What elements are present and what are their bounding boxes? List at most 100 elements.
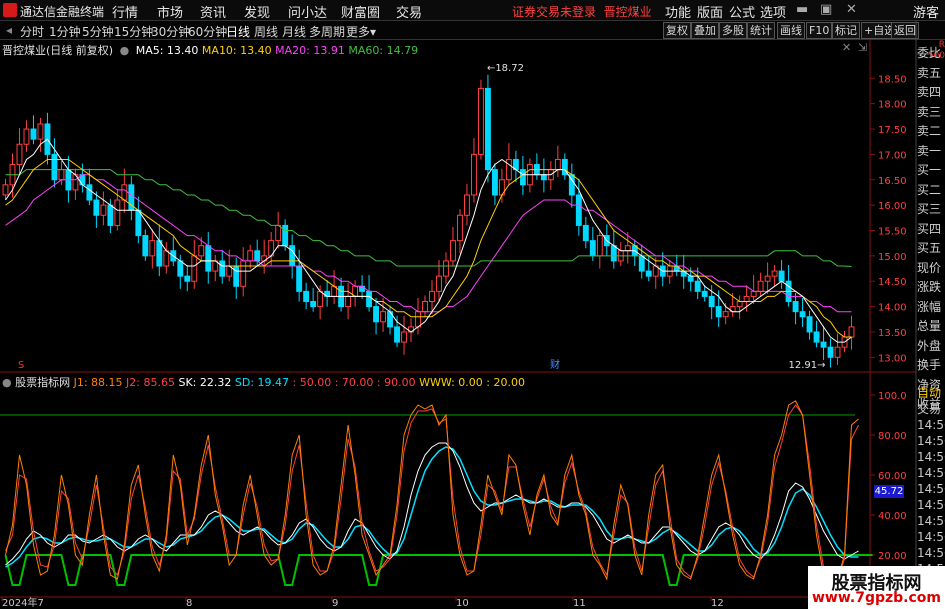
candle-body-63: [443, 260, 449, 277]
candle-body-29: [205, 245, 212, 272]
candle-body-19: [135, 209, 142, 237]
candle-body-84: [589, 240, 596, 257]
marker-finance: 财: [550, 358, 560, 371]
candle-body-26: [184, 275, 191, 282]
candle-body-25: [177, 260, 184, 277]
candle-body-114: [799, 311, 806, 318]
band-line: [4, 554, 873, 586]
candle-body-83: [582, 224, 589, 242]
candle-body-21: [149, 240, 156, 257]
ind-tick-label-3: 40.00: [878, 511, 907, 522]
candle-body-117: [820, 341, 827, 348]
candle-body-101: [708, 295, 715, 308]
stock-chart[interactable]: 18.50 18.00 17.50 17.00 16.50 16.00 15.50 15.00…: [0, 0, 945, 609]
candle-body-99: [694, 280, 701, 292]
candle-body-111: [778, 270, 785, 282]
candle-body-108: [757, 280, 764, 292]
candle-body-22: [156, 240, 163, 267]
candle-body-53: [373, 306, 380, 323]
candle-body-116: [813, 331, 820, 343]
candle-body-68: [477, 87, 484, 155]
candle-body-118: [827, 346, 834, 358]
price-tick-label-1: 18.00: [878, 100, 907, 111]
candle-body-74: [519, 169, 526, 186]
price-tick-label-0: 18.50: [878, 74, 907, 85]
price-tick-label-11: 13.00: [878, 353, 907, 364]
x-label-5: 12: [711, 598, 724, 609]
price-tick-label-6: 15.50: [878, 226, 907, 237]
candle-body-107: [750, 290, 757, 297]
candle-body-35: [247, 250, 254, 262]
candle-body-31: [219, 260, 226, 277]
candle-body-65: [457, 214, 463, 242]
candle-body-61: [429, 290, 435, 303]
ind-tick-label-1: 80.00: [878, 431, 907, 442]
candle-body-14: [100, 204, 107, 216]
sd-line: [5, 446, 859, 568]
candle-body-92: [645, 270, 652, 277]
candle-body-49: [345, 295, 352, 308]
candle-body-27: [191, 255, 198, 282]
candle-body-67: [470, 153, 477, 196]
candle-body-103: [722, 311, 729, 318]
x-label-3: 10: [456, 598, 469, 609]
candle-body-42: [296, 265, 303, 292]
candle-body-45: [317, 290, 324, 308]
candle-body-4: [30, 128, 37, 140]
candle-body-106: [743, 295, 750, 303]
candle-body-66: [464, 194, 470, 216]
candle-body-102: [715, 306, 722, 318]
candle-body-44: [310, 301, 317, 308]
candle-body-13: [93, 199, 100, 216]
candle-body-62: [436, 275, 442, 292]
candle-body-41: [289, 245, 296, 267]
candle-body-109: [764, 275, 771, 282]
candle-body-85: [596, 235, 603, 257]
candle-body-110: [771, 270, 778, 277]
candle-body-79: [554, 158, 561, 171]
candle-body-52: [366, 290, 373, 308]
x-label-0: 2024年7: [2, 596, 44, 609]
candle-body-20: [142, 235, 149, 257]
candle-body-39: [275, 224, 282, 242]
candle-body-0: [2, 184, 9, 196]
candle-body-69: [484, 87, 491, 171]
candle-body-113: [792, 301, 799, 313]
candle-body-100: [701, 290, 708, 297]
candle-body-56: [394, 326, 400, 343]
price-tick-label-8: 14.50: [878, 277, 907, 288]
price-tick-label-3: 17.00: [878, 150, 907, 161]
candle-body-12: [86, 184, 93, 201]
candle-body-17: [121, 184, 128, 201]
watermark-url: www.7gpzb.com: [811, 590, 941, 606]
x-label-4: 11: [573, 598, 586, 609]
candle-body-33: [233, 265, 240, 287]
high-price-label: ←18.72: [487, 63, 524, 74]
candle-body-15: [107, 204, 114, 226]
ind-tick-label-2: 60.00: [878, 471, 907, 482]
candle-body-40: [282, 224, 289, 247]
price-tick-label-10: 13.50: [878, 328, 907, 339]
candle-body-43: [303, 290, 310, 303]
watermark: 股票指标网 www.7gpzb.com: [808, 566, 945, 609]
candle-body-82: [575, 194, 582, 226]
candle-body-59: [415, 311, 421, 328]
candle-body-64: [450, 240, 456, 262]
candle-body-28: [198, 245, 205, 257]
candle-body-7: [51, 153, 58, 181]
candle-body-8: [58, 169, 65, 181]
candle-body-87: [610, 245, 617, 262]
x-label-2: 9: [332, 598, 338, 609]
ma60-line: [5, 169, 852, 267]
candle-body-119: [834, 346, 841, 358]
candle-body-2: [16, 143, 23, 166]
price-tick-label-4: 16.50: [878, 176, 907, 187]
candle-body-5: [37, 123, 44, 140]
ind-tick-label-4: 20.00: [878, 551, 907, 562]
candle-body-16: [114, 199, 121, 226]
candle-body-3: [23, 128, 30, 145]
candle-body-54: [380, 311, 387, 323]
candle-body-91: [638, 255, 645, 272]
candle-body-72: [505, 158, 512, 181]
price-tick-label-2: 17.50: [878, 125, 907, 136]
